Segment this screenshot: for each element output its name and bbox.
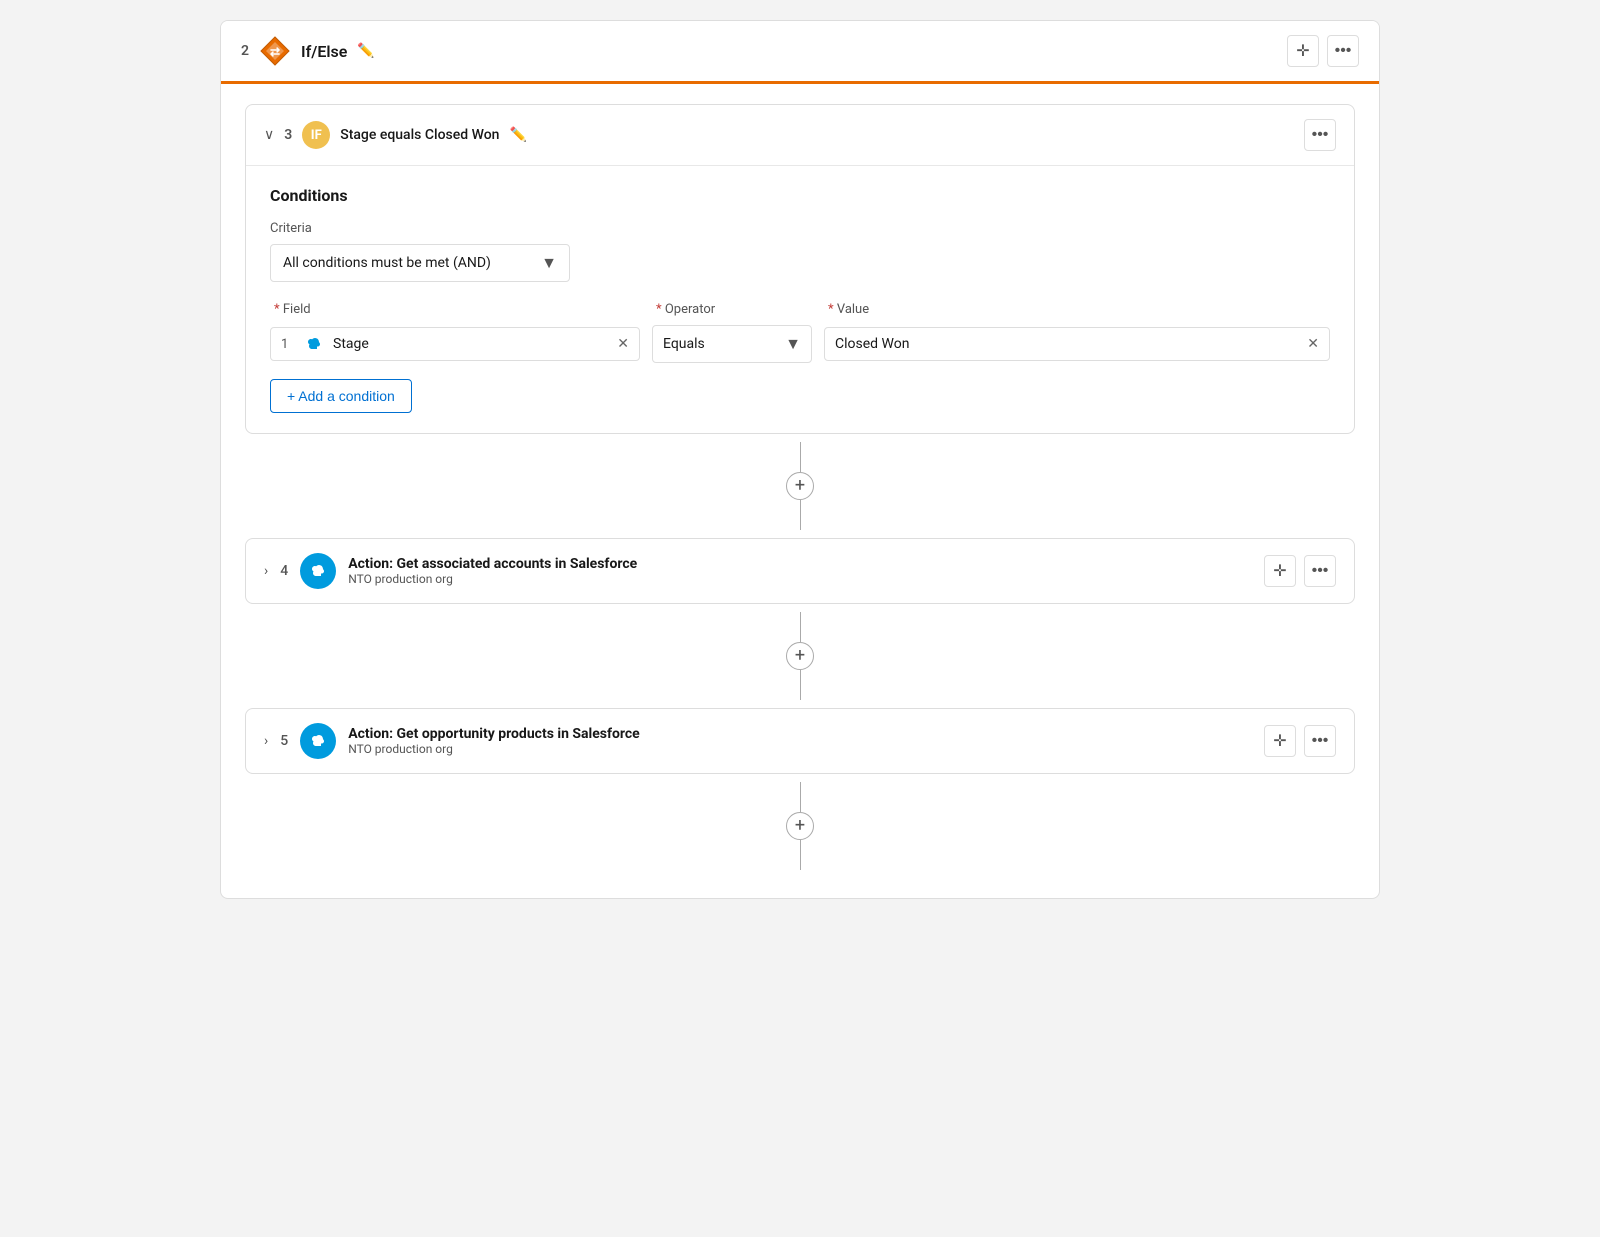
action-block-2: › 5 Action: Get opportunity products in … (245, 708, 1355, 774)
action-subtitle-2: NTO production org (348, 742, 640, 756)
value-text: Closed Won (835, 336, 909, 352)
if-block: ∨ 3 IF Stage equals Closed Won ✏️ ••• Co… (245, 104, 1355, 434)
if-collapse-chevron[interactable]: ∨ (264, 127, 274, 143)
main-card: 2 ⇄ If/Else ✏️ ✛ ••• ∨ 3 IF Stage equ (220, 20, 1380, 899)
if-header-left: ∨ 3 IF Stage equals Closed Won ✏️ (264, 121, 527, 149)
action-move-button-2[interactable]: ✛ (1264, 725, 1296, 757)
add-step-button-3[interactable]: + (786, 812, 814, 840)
inner-content: ∨ 3 IF Stage equals Closed Won ✏️ ••• Co… (221, 84, 1379, 898)
action-more-button-2[interactable]: ••• (1304, 725, 1336, 757)
if-step-number: 3 (284, 127, 292, 143)
more-options-button[interactable]: ••• (1327, 35, 1359, 67)
value-input[interactable]: Closed Won ✕ (824, 327, 1330, 361)
criteria-select-text: All conditions must be met (AND) (283, 255, 491, 271)
outer-header: 2 ⇄ If/Else ✏️ ✛ ••• (221, 21, 1379, 84)
operator-dropdown-arrow: ▼ (785, 334, 801, 354)
add-condition-button[interactable]: + Add a condition (270, 379, 412, 413)
outer-header-right: ✛ ••• (1287, 35, 1359, 67)
action-subtitle-1: NTO production org (348, 572, 637, 586)
salesforce-icon-2 (307, 733, 329, 749)
action-block-1: › 4 Action: Get associated accounts in S… (245, 538, 1355, 604)
operator-required-star: * (656, 302, 662, 317)
connector-2: + (245, 604, 1355, 708)
action-right-1: ✛ ••• (1264, 555, 1336, 587)
connector-line-bottom-3 (800, 840, 801, 870)
outer-header-left: 2 ⇄ If/Else ✏️ (241, 35, 375, 67)
field-header-operator: * Operator (656, 302, 816, 317)
action-title-2: Action: Get opportunity products in Sale… (348, 726, 640, 742)
if-more-button[interactable]: ••• (1304, 119, 1336, 151)
field-headers: * Field * Operator * Value (270, 302, 1330, 317)
operator-value: Equals (663, 336, 705, 352)
action-more-button-1[interactable]: ••• (1304, 555, 1336, 587)
salesforce-cloud-icon (303, 336, 325, 352)
outer-step-number: 2 (241, 43, 249, 59)
conditions-heading: Conditions (270, 186, 1330, 205)
add-condition-label: + Add a condition (287, 388, 395, 404)
action-left-1: › 4 Action: Get associated accounts in S… (264, 553, 637, 589)
if-title: Stage equals Closed Won (340, 127, 499, 143)
if-edit-icon[interactable]: ✏️ (509, 127, 526, 143)
action-text-2: Action: Get opportunity products in Sale… (348, 726, 640, 756)
action-step-num-2: 5 (280, 733, 288, 749)
action-chevron-2[interactable]: › (264, 733, 268, 749)
field-name: Stage (333, 336, 609, 352)
add-step-button-1[interactable]: + (786, 472, 814, 500)
connector-1: + (245, 434, 1355, 538)
action-right-2: ✛ ••• (1264, 725, 1336, 757)
field-header-field: * Field (274, 302, 644, 317)
condition-row: 1 Stage ✕ Equals ▼ (270, 325, 1330, 363)
add-step-button-2[interactable]: + (786, 642, 814, 670)
conditions-section: Conditions Criteria All conditions must … (246, 166, 1354, 433)
field-input[interactable]: 1 Stage ✕ (270, 327, 640, 361)
action-text-1: Action: Get associated accounts in Sales… (348, 556, 637, 586)
field-header-value: * Value (828, 302, 1330, 317)
move-button[interactable]: ✛ (1287, 35, 1319, 67)
value-required-star: * (828, 302, 834, 317)
connector-line-top-3 (800, 782, 801, 812)
salesforce-logo-1 (300, 553, 336, 589)
connector-line-top-1 (800, 442, 801, 472)
value-clear-icon[interactable]: ✕ (1307, 336, 1319, 352)
operator-select[interactable]: Equals ▼ (652, 325, 812, 363)
salesforce-icon-1 (307, 563, 329, 579)
connector-3: + (245, 774, 1355, 878)
outer-title: If/Else (301, 42, 347, 61)
connector-line-bottom-1 (800, 500, 801, 530)
action-move-button-1[interactable]: ✛ (1264, 555, 1296, 587)
action-title-1: Action: Get associated accounts in Sales… (348, 556, 637, 572)
outer-edit-icon[interactable]: ✏️ (357, 43, 374, 59)
action-left-2: › 5 Action: Get opportunity products in … (264, 723, 640, 759)
condition-number: 1 (281, 337, 295, 352)
salesforce-logo-2 (300, 723, 336, 759)
field-required-star: * (274, 302, 280, 317)
if-header: ∨ 3 IF Stage equals Closed Won ✏️ ••• (246, 105, 1354, 166)
diamond-icon: ⇄ (259, 35, 291, 67)
if-badge: IF (302, 121, 330, 149)
connector-line-bottom-2 (800, 670, 801, 700)
action-step-num-1: 4 (280, 563, 288, 579)
field-clear-icon[interactable]: ✕ (617, 336, 629, 352)
criteria-select[interactable]: All conditions must be met (AND) ▼ (270, 244, 570, 282)
connector-line-top-2 (800, 612, 801, 642)
criteria-label: Criteria (270, 221, 1330, 236)
svg-text:⇄: ⇄ (270, 45, 280, 59)
criteria-dropdown-arrow: ▼ (541, 253, 557, 273)
action-chevron-1[interactable]: › (264, 563, 268, 579)
